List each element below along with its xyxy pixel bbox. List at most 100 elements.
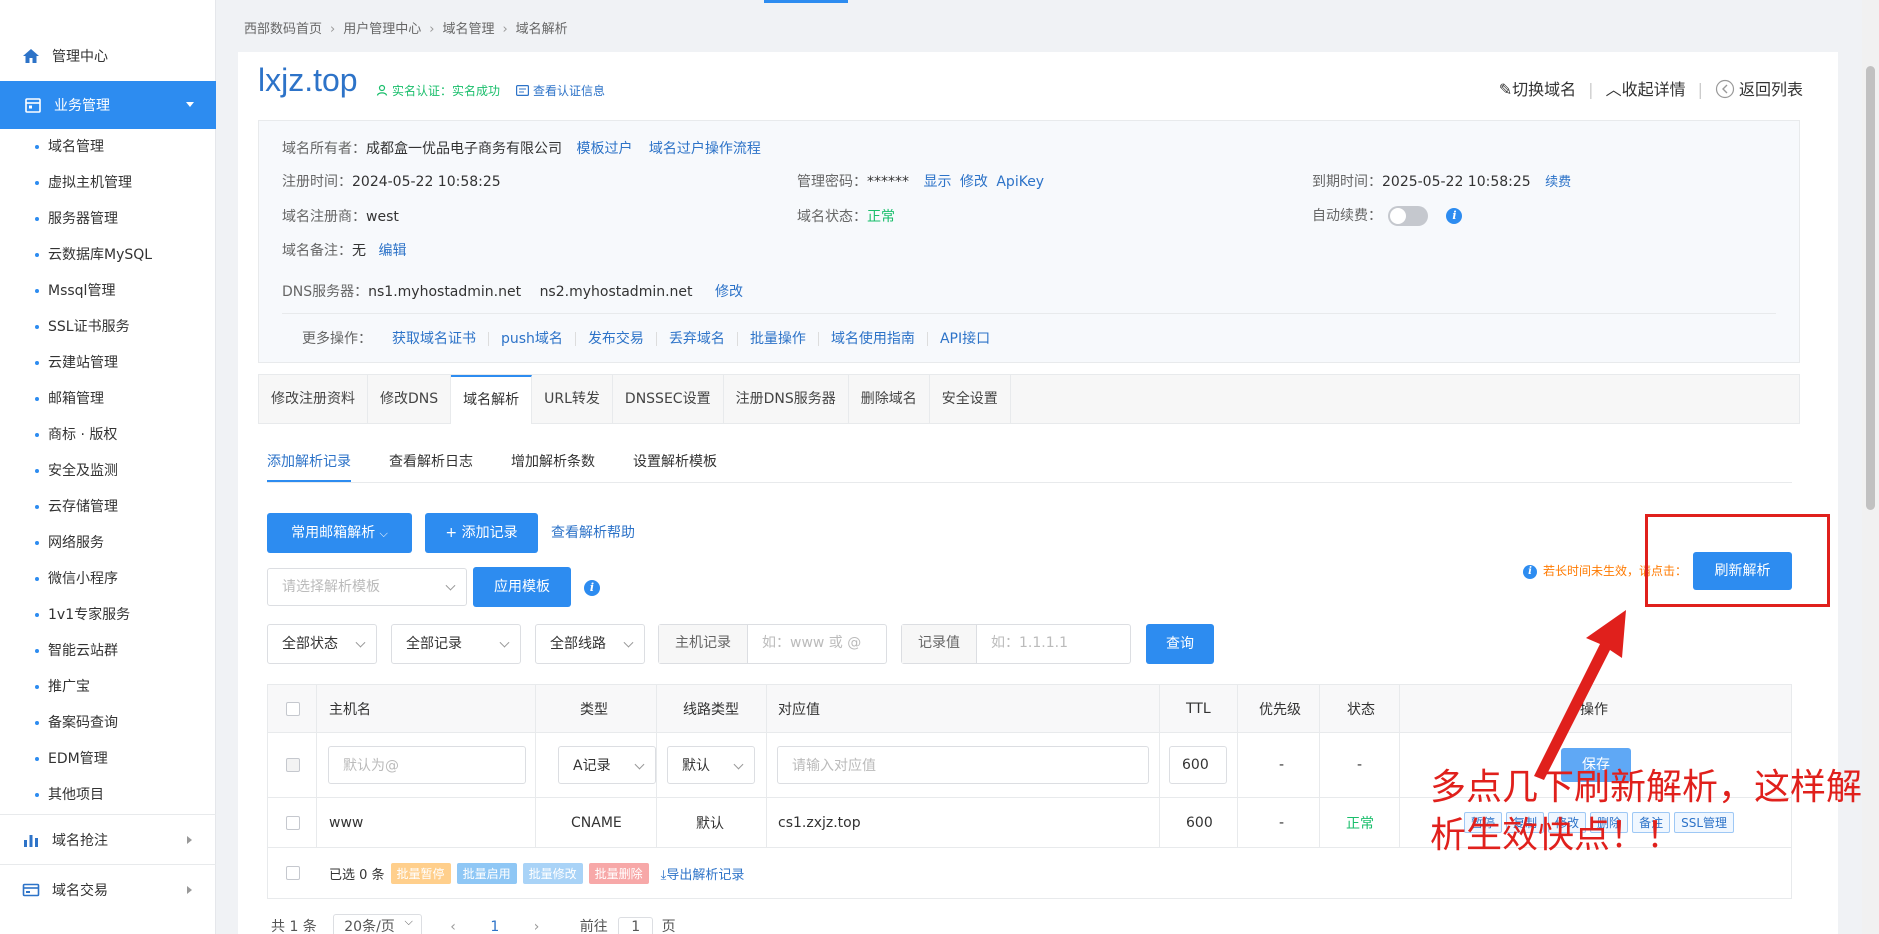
chevron-down-icon (499, 637, 510, 648)
owner-label: 域名所有者： (282, 141, 366, 157)
password-edit-link[interactable]: 修改 (960, 174, 988, 190)
new-line-cell: 默认 (667, 733, 755, 797)
sidebar-item[interactable]: 其他项目 (0, 777, 216, 813)
tab-delete-domain[interactable]: 删除域名 (849, 375, 930, 423)
collapse-details-button[interactable]: ︿收起详情 (1606, 80, 1686, 99)
switch-domain-button[interactable]: ✎切换域名 (1499, 80, 1576, 99)
subtab-add-record[interactable]: 添加解析记录 (267, 451, 351, 482)
verify-info-link[interactable]: 查看认证信息 (516, 82, 605, 99)
add-record-button[interactable]: + 添加记录 (425, 513, 538, 553)
new-ttl-cell: 600 (1169, 733, 1227, 797)
next-page-button[interactable]: › (534, 919, 540, 934)
api-link[interactable]: API接口 (940, 331, 990, 347)
new-host-input[interactable]: 默认为@ (328, 746, 526, 784)
new-value-input[interactable]: 请输入对应值 (777, 746, 1149, 784)
sidebar-group-snapping[interactable]: 域名抢注 (0, 814, 216, 864)
template-select[interactable]: 请选择解析模板 (267, 568, 467, 606)
page-scrollbar[interactable] (1862, 0, 1879, 934)
dns-edit-link[interactable]: 修改 (715, 284, 743, 300)
sidebar-item[interactable]: EDM管理 (0, 741, 216, 777)
sidebar-item[interactable]: Mssql管理 (0, 273, 216, 309)
subtab-view-log[interactable]: 查看解析日志 (389, 451, 473, 480)
subtab-add-quota[interactable]: 增加解析条数 (511, 451, 595, 480)
subtab-template[interactable]: 设置解析模板 (633, 451, 717, 480)
sidebar-item[interactable]: 邮箱管理 (0, 381, 216, 417)
tab-register-dns-server[interactable]: 注册DNS服务器 (724, 375, 849, 423)
sidebar-item[interactable]: SSL证书服务 (0, 309, 216, 345)
sidebar-home[interactable]: 管理中心 (0, 38, 216, 74)
sidebar-item[interactable]: 云数据库MySQL (0, 237, 216, 273)
prev-page-button[interactable]: ‹ (450, 919, 456, 934)
divider: | (1588, 80, 1594, 99)
host-record-input[interactable]: 如：www 或 @ (748, 625, 875, 663)
sidebar-item[interactable]: 安全及监测 (0, 453, 216, 489)
export-records-link[interactable]: ⤓导出解析记录 (661, 864, 745, 883)
info-icon[interactable]: i (1446, 208, 1463, 224)
back-to-list-button[interactable]: 返回列表 (1715, 79, 1803, 99)
usage-guide-link[interactable]: 域名使用指南 (831, 331, 915, 347)
column-divider (1237, 685, 1238, 848)
sidebar-business[interactable]: 业务管理 (0, 81, 216, 129)
bulk-edit-button[interactable]: 批量修改 (522, 862, 583, 884)
status-filter[interactable]: 全部状态 (267, 624, 377, 664)
bulk-pause-button[interactable]: 批量暂停 (390, 862, 451, 884)
sidebar-item[interactable]: 云建站管理 (0, 345, 216, 381)
select-all-checkbox[interactable] (286, 701, 300, 716)
sidebar-item[interactable]: 服务器管理 (0, 201, 216, 237)
sidebar-group-trade[interactable]: 域名交易 (0, 864, 216, 914)
transfer-template-link[interactable]: 模板过户 (576, 141, 632, 157)
password-show-link[interactable]: 显示 (923, 174, 951, 190)
page-number-current[interactable]: 1 (490, 919, 499, 934)
transfer-flow-link[interactable]: 域名过户操作流程 (649, 141, 761, 157)
breadcrumb-item[interactable]: 用户管理中心 (343, 22, 421, 37)
sidebar-item[interactable]: 商标 · 版权 (0, 417, 216, 453)
push-domain-link[interactable]: push域名 (501, 331, 563, 347)
user-icon (376, 84, 388, 96)
divider (574, 332, 576, 346)
common-mail-resolution-button[interactable]: 常用邮箱解析 ⌵ (267, 513, 412, 553)
sidebar-item[interactable]: 微信小程序 (0, 561, 216, 597)
new-line-select[interactable]: 默认 (667, 746, 755, 784)
tab-dns-resolution[interactable]: 域名解析 (451, 375, 533, 424)
resolution-help-link[interactable]: 查看解析帮助 (551, 522, 635, 542)
new-ttl-input[interactable]: 600 (1169, 746, 1227, 784)
auto-renew-toggle[interactable] (1388, 206, 1428, 226)
sidebar-item[interactable]: 推广宝 (0, 669, 216, 705)
breadcrumb-item[interactable]: 西部数码首页 (244, 22, 322, 37)
bulk-delete-button[interactable]: 批量删除 (588, 862, 649, 884)
sidebar-item[interactable]: 云存储管理 (0, 489, 216, 525)
tab-url-forward[interactable]: URL转发 (532, 375, 613, 423)
publish-trade-link[interactable]: 发布交易 (588, 331, 644, 347)
record-value-input[interactable]: 如：1.1.1.1 (977, 625, 1082, 663)
batch-ops-link[interactable]: 批量操作 (750, 331, 806, 347)
record-filter[interactable]: 全部记录 (391, 624, 521, 664)
line-filter[interactable]: 全部线路 (535, 624, 645, 664)
renew-link[interactable]: 续费 (1545, 175, 1571, 190)
footer-checkbox[interactable] (286, 866, 300, 880)
tab-edit-registration[interactable]: 修改注册资料 (259, 375, 368, 423)
sidebar-item[interactable]: 1v1专家服务 (0, 597, 216, 633)
tab-security[interactable]: 安全设置 (930, 375, 1011, 423)
row-checkbox[interactable] (286, 815, 300, 830)
tab-dnssec[interactable]: DNSSEC设置 (613, 375, 724, 423)
query-button[interactable]: 查询 (1146, 624, 1214, 664)
breadcrumb-item[interactable]: 域名管理 (442, 22, 494, 37)
apply-template-button[interactable]: 应用模板 (473, 567, 571, 607)
remark-edit-link[interactable]: 编辑 (378, 243, 406, 259)
info-icon[interactable]: i (584, 580, 600, 596)
sidebar-item[interactable]: 备案码查询 (0, 705, 216, 741)
sidebar-item[interactable]: 域名管理 (0, 129, 216, 165)
apikey-link[interactable]: ApiKey (996, 174, 1044, 190)
sidebar-item[interactable]: 智能云站群 (0, 633, 216, 669)
bulk-enable-button[interactable]: 批量启用 (456, 862, 517, 884)
page-size-select[interactable]: 20条/页 ⌵ (333, 914, 422, 934)
tab-edit-dns[interactable]: 修改DNS (368, 375, 452, 423)
chevron-up-icon: ︿ (1605, 80, 1622, 99)
goto-input[interactable]: 1 (618, 917, 654, 934)
get-cert-link[interactable]: 获取域名证书 (392, 331, 476, 347)
new-type-select[interactable]: A记录 (558, 746, 656, 784)
scrollbar-thumb[interactable] (1866, 66, 1875, 510)
sidebar-item[interactable]: 虚拟主机管理 (0, 165, 216, 201)
discard-domain-link[interactable]: 丢弃域名 (669, 331, 725, 347)
sidebar-item[interactable]: 网络服务 (0, 525, 216, 561)
